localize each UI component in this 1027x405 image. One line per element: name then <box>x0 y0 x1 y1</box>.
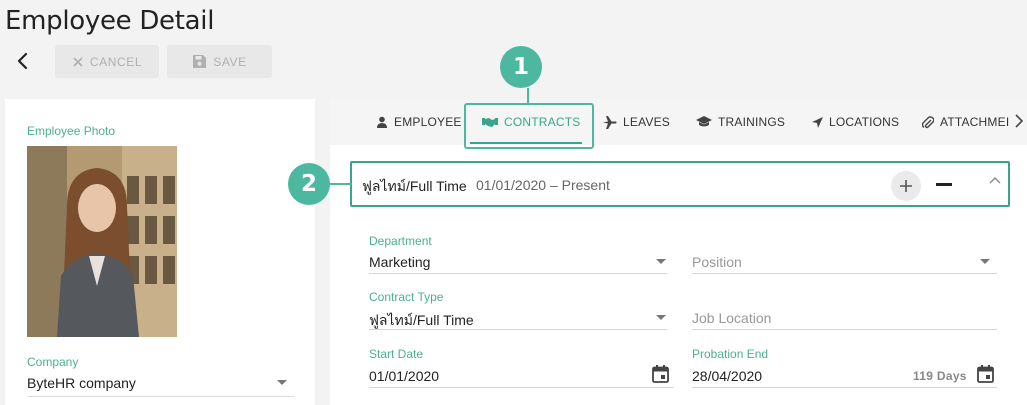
contracts-tab-highlight <box>464 103 594 149</box>
start-date-underline <box>369 387 674 388</box>
employee-detail-panel: EMPLOYEE CONTRACTS LEAVES TRAININGS LOCA… <box>330 99 1027 405</box>
cancel-label: CANCEL <box>89 54 143 69</box>
contract-panel-header[interactable]: ฟูลไทม์/Full Time 01/01/2020 – Present <box>350 161 1010 207</box>
dropdown-arrow-icon[interactable] <box>277 380 287 386</box>
tab-label: LEAVES <box>623 115 671 129</box>
dropdown-arrow-icon[interactable] <box>656 315 666 321</box>
company-label: Company <box>27 355 79 369</box>
employee-photo[interactable] <box>27 146 177 337</box>
position-underline <box>692 273 997 274</box>
job-location-underline <box>692 329 997 330</box>
graduation-cap-icon <box>696 116 712 127</box>
chevron-right-icon[interactable] <box>1015 114 1023 128</box>
contract-type-title: ฟูลไทม์/Full Time <box>362 178 467 194</box>
job-location-input[interactable]: Job Location <box>692 310 771 326</box>
employee-photo-panel: Employee Photo Company ByteHR company <box>5 99 315 405</box>
contract-date-range: 01/01/2020 – Present <box>476 177 610 193</box>
tab-trainings[interactable]: TRAININGS <box>696 99 785 145</box>
probation-end-underline <box>692 387 997 388</box>
step-marker-1: 1 <box>500 46 542 88</box>
marker-1-connector <box>527 88 529 104</box>
department-label: Department <box>369 234 432 248</box>
department-underline <box>369 273 667 274</box>
plus-icon <box>900 180 912 192</box>
location-arrow-icon <box>812 116 823 128</box>
probation-end-label: Probation End <box>692 347 769 361</box>
employee-photo-label: Employee Photo <box>27 124 116 138</box>
probation-end-input[interactable]: 28/04/2020 <box>692 368 762 384</box>
company-underline <box>27 396 295 397</box>
tab-bar: EMPLOYEE CONTRACTS LEAVES TRAININGS LOCA… <box>330 99 1027 145</box>
contract-type-label: Contract Type <box>369 290 444 304</box>
save-button[interactable]: SAVE <box>167 45 272 78</box>
tab-label: TRAININGS <box>718 115 786 129</box>
back-arrow-icon[interactable] <box>12 50 34 72</box>
tab-label: LOCATIONS <box>829 115 900 129</box>
dropdown-arrow-icon[interactable] <box>980 259 990 265</box>
chevron-up-icon[interactable] <box>989 176 1001 184</box>
position-select[interactable]: Position <box>692 254 742 270</box>
close-icon <box>73 56 83 67</box>
floppy-disk-icon <box>193 55 207 68</box>
cancel-button[interactable]: CANCEL <box>55 45 159 78</box>
airplane-icon <box>603 115 617 129</box>
start-date-label: Start Date <box>369 347 424 361</box>
department-select[interactable]: Marketing <box>369 254 430 270</box>
tab-label: ATTACHMEI <box>940 115 1010 129</box>
start-date-input[interactable]: 01/01/2020 <box>369 368 439 384</box>
calendar-icon[interactable] <box>977 365 994 383</box>
tab-locations[interactable]: LOCATIONS <box>812 99 899 145</box>
paperclip-icon <box>922 115 934 128</box>
person-icon <box>377 116 387 128</box>
step-marker-2: 2 <box>288 163 330 205</box>
page-title: Employee Detail <box>5 6 215 36</box>
remove-contract-button[interactable] <box>936 183 952 186</box>
company-select[interactable]: ByteHR company <box>27 375 136 391</box>
tab-employee[interactable]: EMPLOYEE <box>376 99 462 145</box>
add-contract-button[interactable] <box>891 171 921 201</box>
tab-leaves[interactable]: LEAVES <box>603 99 670 145</box>
probation-days-count: 119 Days <box>913 369 967 383</box>
contract-type-underline <box>369 329 667 330</box>
tab-label: EMPLOYEE <box>394 115 462 129</box>
calendar-icon[interactable] <box>652 365 669 383</box>
dropdown-arrow-icon[interactable] <box>656 259 666 265</box>
save-label: SAVE <box>213 54 247 69</box>
tab-attachments[interactable]: ATTACHMEI <box>922 99 1009 145</box>
